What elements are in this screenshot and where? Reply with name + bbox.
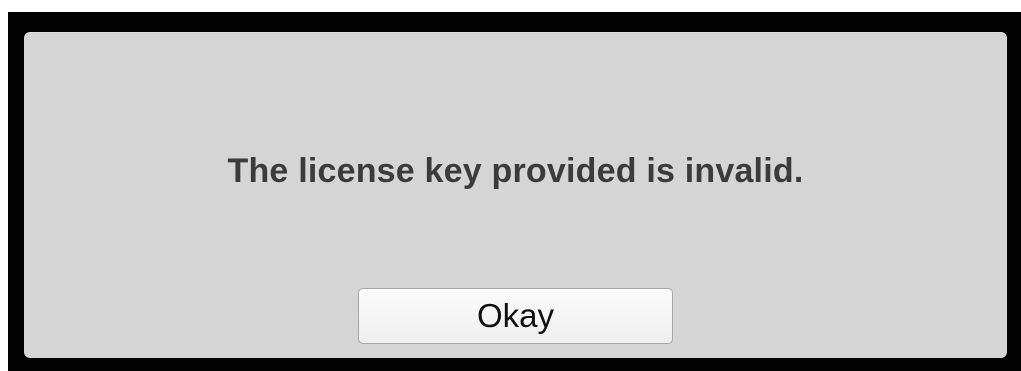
- okay-button[interactable]: Okay: [358, 288, 673, 344]
- license-error-dialog: The license key provided is invalid. Oka…: [24, 32, 1007, 358]
- error-message: The license key provided is invalid.: [227, 152, 804, 190]
